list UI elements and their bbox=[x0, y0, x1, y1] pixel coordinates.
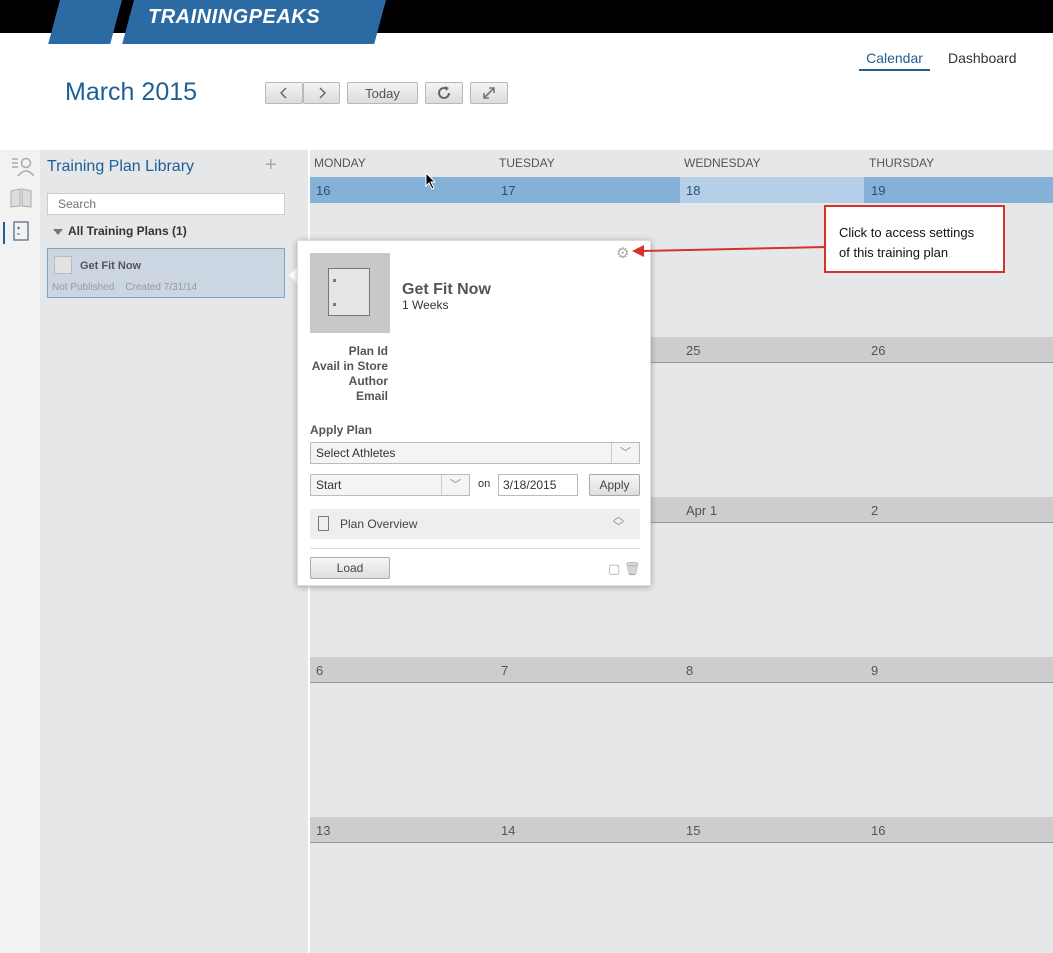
plan-created: Created 7/31/14 bbox=[125, 282, 198, 293]
expand-icon bbox=[483, 87, 495, 99]
day-number[interactable]: 13 bbox=[316, 823, 330, 838]
callout-text-line2: of this training plan bbox=[839, 245, 949, 260]
plan-duration: 1 Weeks bbox=[402, 298, 449, 312]
page-title: March 2015 bbox=[65, 78, 197, 107]
plan-group-header[interactable]: All Training Plans (1) bbox=[53, 224, 187, 238]
apply-button[interactable]: Apply bbox=[589, 474, 640, 496]
field-label-avail-in-store: Avail in Store bbox=[311, 359, 388, 373]
day-number[interactable]: 26 bbox=[871, 343, 885, 358]
refresh-icon bbox=[438, 86, 450, 99]
day-header: MONDAY bbox=[314, 156, 366, 170]
icon-rail bbox=[0, 150, 40, 953]
day-number[interactable]: 16 bbox=[871, 823, 885, 838]
today-button[interactable]: Today bbox=[347, 82, 418, 104]
plan-meta: Not Published Created 7/31/14 bbox=[52, 282, 197, 293]
trash-icon[interactable]: 🗑 bbox=[624, 561, 641, 576]
day-number[interactable]: 8 bbox=[686, 663, 693, 678]
field-label-plan-id: Plan Id bbox=[348, 344, 388, 358]
day-header: TUESDAY bbox=[499, 156, 555, 170]
training-plan-library: Training Plan Library + All Training Pla… bbox=[40, 150, 308, 953]
week-row-current: 16 17 18 19 bbox=[310, 177, 1053, 203]
load-button[interactable]: Load bbox=[310, 557, 390, 579]
day-number[interactable]: 18 bbox=[686, 183, 700, 198]
mouse-cursor-icon bbox=[425, 172, 437, 190]
chevron-down-icon: ﹀ bbox=[441, 475, 469, 495]
logo-stripe bbox=[48, 0, 122, 44]
day-number[interactable]: Apr 1 bbox=[686, 503, 717, 518]
day-number[interactable]: 2 bbox=[871, 503, 878, 518]
next-button[interactable] bbox=[303, 82, 340, 104]
day-number[interactable]: 17 bbox=[501, 183, 515, 198]
day-number[interactable]: 19 bbox=[871, 183, 885, 198]
athlete-select-value: Select Athletes bbox=[316, 446, 396, 460]
library-book-icon[interactable] bbox=[10, 188, 32, 210]
start-select-value: Start bbox=[316, 478, 342, 492]
field-label-email: Email bbox=[355, 389, 388, 403]
plan-details-popover: ⚙ Get Fit Now 1 Weeks Plan Id Avail in S… bbox=[297, 240, 651, 586]
day-number[interactable]: 7 bbox=[501, 663, 508, 678]
popover-actions: ▢ 🗑 bbox=[608, 561, 640, 577]
callout-text-line1: Click to access settings bbox=[839, 225, 975, 240]
chevron-left-icon bbox=[280, 87, 287, 99]
plan-overview-row[interactable]: Plan Overview ︿ ﹀ bbox=[310, 509, 640, 539]
field-label-author: Author bbox=[348, 374, 388, 388]
plan-group-label: All Training Plans (1) bbox=[68, 224, 187, 238]
plan-thumbnail-icon bbox=[54, 256, 72, 274]
day-number[interactable]: 15 bbox=[686, 823, 700, 838]
tab-calendar[interactable]: Calendar bbox=[859, 50, 930, 71]
prev-button[interactable] bbox=[265, 82, 303, 104]
expand-button[interactable] bbox=[470, 82, 508, 104]
add-plan-icon[interactable]: + bbox=[265, 154, 277, 177]
week-row: 6 7 8 9 bbox=[310, 657, 1053, 683]
start-select[interactable]: Start ﹀ bbox=[310, 474, 470, 496]
today-highlight bbox=[680, 177, 864, 203]
plan-title: Get Fit Now bbox=[402, 281, 491, 298]
chevron-down-icon: ﹀ bbox=[611, 443, 639, 463]
training-plan-icon[interactable] bbox=[10, 220, 32, 242]
day-number[interactable]: 16 bbox=[316, 183, 330, 198]
plan-image bbox=[310, 253, 390, 333]
caret-down-icon bbox=[53, 228, 63, 235]
start-date-input[interactable]: 3/18/2015 bbox=[498, 474, 578, 496]
plan-list-item[interactable]: Get Fit Now Not Published Created 7/31/1… bbox=[47, 248, 285, 298]
day-number[interactable]: 6 bbox=[316, 663, 323, 678]
rail-active-indicator bbox=[3, 222, 5, 244]
clipboard-icon bbox=[318, 516, 329, 531]
plan-status: Not Published bbox=[52, 282, 115, 293]
plan-overview-label: Plan Overview bbox=[340, 517, 418, 531]
day-header: THURSDAY bbox=[869, 156, 935, 170]
logo[interactable]: TRAININGPEAKS bbox=[148, 6, 320, 29]
copy-icon[interactable]: ▢ bbox=[608, 561, 620, 576]
apply-plan-label: Apply Plan bbox=[310, 423, 373, 437]
day-number[interactable]: 14 bbox=[501, 823, 515, 838]
plan-document-icon bbox=[328, 268, 370, 316]
athletes-icon[interactable] bbox=[10, 155, 35, 177]
expand-collapse-icon: ︿ ﹀ bbox=[613, 511, 624, 533]
year-label: 2015 bbox=[141, 78, 198, 106]
search-input[interactable] bbox=[47, 193, 285, 215]
library-title: Training Plan Library bbox=[47, 158, 195, 175]
week-row: 13 14 15 16 bbox=[310, 817, 1053, 843]
callout-arrow bbox=[632, 245, 827, 257]
chevron-right-icon bbox=[318, 87, 326, 99]
tab-dashboard[interactable]: Dashboard bbox=[948, 50, 1017, 66]
callout-box: Click to access settings of this trainin… bbox=[824, 205, 1005, 273]
day-number[interactable]: 9 bbox=[871, 663, 878, 678]
on-label: on bbox=[478, 478, 491, 490]
gear-icon[interactable]: ⚙ bbox=[616, 244, 629, 262]
divider bbox=[310, 548, 640, 549]
refresh-button[interactable] bbox=[425, 82, 463, 104]
plan-name: Get Fit Now bbox=[80, 260, 142, 272]
day-header: WEDNESDAY bbox=[684, 156, 761, 170]
month-label: March bbox=[65, 78, 135, 106]
day-number[interactable]: 25 bbox=[686, 343, 700, 358]
athlete-select[interactable]: Select Athletes ﹀ bbox=[310, 442, 640, 464]
